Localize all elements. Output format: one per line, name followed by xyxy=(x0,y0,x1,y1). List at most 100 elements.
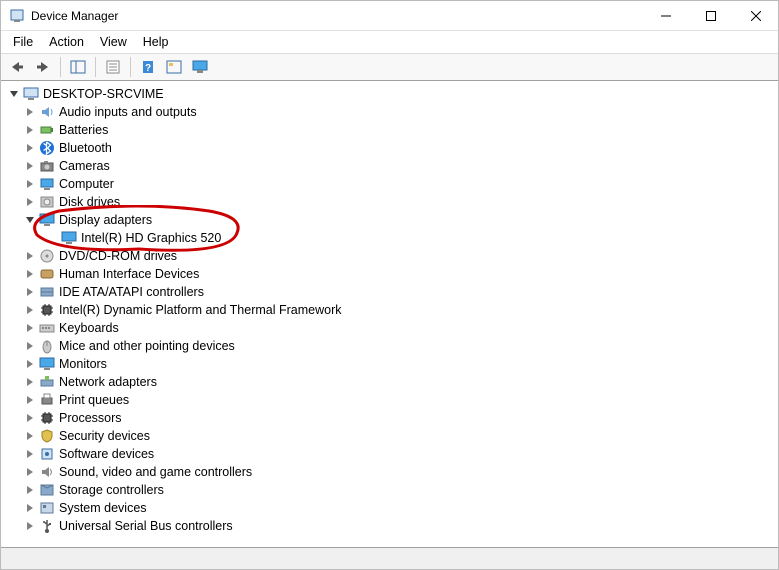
tree-node-batteries[interactable]: Batteries xyxy=(5,121,778,139)
tree-node-bluetooth[interactable]: Bluetooth xyxy=(5,139,778,157)
menu-help[interactable]: Help xyxy=(135,33,177,51)
tree-node-storage-controllers[interactable]: Storage controllers xyxy=(5,481,778,499)
tree-node-human-interface-devices[interactable]: Human Interface Devices xyxy=(5,265,778,283)
expand-caret-icon[interactable] xyxy=(23,265,37,283)
tree-node-label: Monitors xyxy=(59,355,115,373)
tree-node-label: Mice and other pointing devices xyxy=(59,337,243,355)
maximize-button[interactable] xyxy=(688,1,733,31)
toolbar-separator xyxy=(130,57,131,77)
expand-caret-icon[interactable] xyxy=(23,121,37,139)
tree-node-monitors[interactable]: Monitors xyxy=(5,355,778,373)
tree-node-label: Sound, video and game controllers xyxy=(59,463,260,481)
expand-caret-icon[interactable] xyxy=(23,391,37,409)
monitor-icon[interactable] xyxy=(188,56,212,78)
computer-icon xyxy=(39,176,55,192)
menu-file[interactable]: File xyxy=(5,33,41,51)
tree-node-processors[interactable]: Processors xyxy=(5,409,778,427)
tree-node-label: Keyboards xyxy=(59,319,127,337)
security-icon xyxy=(39,428,55,444)
expand-caret-icon[interactable] xyxy=(23,445,37,463)
ide-icon xyxy=(39,284,55,300)
network-icon xyxy=(39,374,55,390)
scan-hardware-button[interactable] xyxy=(162,56,186,78)
device-manager-window: Device Manager File Action View Help ? xyxy=(0,0,779,570)
tree-node-print-queues[interactable]: Print queues xyxy=(5,391,778,409)
tree-node-display-adapters[interactable]: Display adapters xyxy=(5,211,778,229)
expand-caret-icon[interactable] xyxy=(23,175,37,193)
tree-node-network-adapters[interactable]: Network adapters xyxy=(5,373,778,391)
sound-icon xyxy=(39,464,55,480)
properties-button[interactable] xyxy=(101,56,125,78)
tree-node-ide-ata-atapi-controllers[interactable]: IDE ATA/ATAPI controllers xyxy=(5,283,778,301)
back-button[interactable] xyxy=(5,56,29,78)
tree-node-label: Security devices xyxy=(59,427,158,445)
audio-icon xyxy=(39,104,55,120)
tree-node-label: Intel(R) HD Graphics 520 xyxy=(81,229,229,247)
computer-root-icon xyxy=(23,86,39,102)
keyboard-icon xyxy=(39,320,55,336)
camera-icon xyxy=(39,158,55,174)
expand-caret-icon[interactable] xyxy=(23,103,37,121)
expand-caret-icon[interactable] xyxy=(23,157,37,175)
show-hide-tree-button[interactable] xyxy=(66,56,90,78)
printer-icon xyxy=(39,392,55,408)
tree-node-label: Processors xyxy=(59,409,130,427)
expand-caret-icon[interactable] xyxy=(23,355,37,373)
cdrom-icon xyxy=(39,248,55,264)
tree-node-intel-r-dynamic-platform-and-thermal-framework[interactable]: Intel(R) Dynamic Platform and Thermal Fr… xyxy=(5,301,778,319)
expand-caret-icon[interactable] xyxy=(23,463,37,481)
menu-action[interactable]: Action xyxy=(41,33,92,51)
tree-node-software-devices[interactable]: Software devices xyxy=(5,445,778,463)
collapse-caret-icon[interactable] xyxy=(7,85,21,103)
expand-caret-icon[interactable] xyxy=(23,283,37,301)
tree-node-system-devices[interactable]: System devices xyxy=(5,499,778,517)
expand-caret-icon[interactable] xyxy=(23,409,37,427)
expand-caret-icon[interactable] xyxy=(23,337,37,355)
expand-caret-icon[interactable] xyxy=(23,373,37,391)
toolbar-separator xyxy=(95,57,96,77)
tree-node-universal-serial-bus-controllers[interactable]: Universal Serial Bus controllers xyxy=(5,517,778,535)
tree-node-label: Cameras xyxy=(59,157,118,175)
tree-node-mice-and-other-pointing-devices[interactable]: Mice and other pointing devices xyxy=(5,337,778,355)
tree-node-dvd-cd-rom-drives[interactable]: DVD/CD-ROM drives xyxy=(5,247,778,265)
menu-view[interactable]: View xyxy=(92,33,135,51)
help-button[interactable]: ? xyxy=(136,56,160,78)
expand-caret-icon[interactable] xyxy=(23,139,37,157)
collapse-caret-icon[interactable] xyxy=(23,211,37,229)
display-icon xyxy=(61,230,77,246)
chip-icon xyxy=(39,302,55,318)
tree-node-label: Batteries xyxy=(59,121,116,139)
tree-node-cameras[interactable]: Cameras xyxy=(5,157,778,175)
tree-node-label: Universal Serial Bus controllers xyxy=(59,517,241,535)
expand-caret-icon[interactable] xyxy=(23,517,37,535)
tree-node-label: Software devices xyxy=(59,445,162,463)
tree-node-desktop-srcvime[interactable]: DESKTOP-SRCVIME xyxy=(5,85,778,103)
close-button[interactable] xyxy=(733,1,778,31)
toolbar: ? xyxy=(1,53,778,81)
battery-icon xyxy=(39,122,55,138)
expand-caret-icon[interactable] xyxy=(23,193,37,211)
forward-button[interactable] xyxy=(31,56,55,78)
expand-caret-icon[interactable] xyxy=(23,481,37,499)
expand-caret-icon[interactable] xyxy=(23,247,37,265)
tree-node-keyboards[interactable]: Keyboards xyxy=(5,319,778,337)
tree-node-computer[interactable]: Computer xyxy=(5,175,778,193)
tree-node-security-devices[interactable]: Security devices xyxy=(5,427,778,445)
tree-node-label: System devices xyxy=(59,499,155,517)
tree-node-label: Bluetooth xyxy=(59,139,120,157)
tree-node-intel-r-hd-graphics-520[interactable]: Intel(R) HD Graphics 520 xyxy=(5,229,778,247)
toolbar-separator xyxy=(60,57,61,77)
expand-caret-icon[interactable] xyxy=(23,319,37,337)
tree-node-disk-drives[interactable]: Disk drives xyxy=(5,193,778,211)
expand-caret-icon[interactable] xyxy=(23,301,37,319)
tree-node-label: Disk drives xyxy=(59,193,128,211)
expand-caret-icon[interactable] xyxy=(23,499,37,517)
device-tree[interactable]: DESKTOP-SRCVIME Audio inputs and outputs… xyxy=(1,81,778,547)
tree-node-sound-video-and-game-controllers[interactable]: Sound, video and game controllers xyxy=(5,463,778,481)
tree-node-label: Print queues xyxy=(59,391,137,409)
minimize-button[interactable] xyxy=(643,1,688,31)
expand-caret-icon[interactable] xyxy=(23,427,37,445)
mouse-icon xyxy=(39,338,55,354)
tree-node-audio-inputs-and-outputs[interactable]: Audio inputs and outputs xyxy=(5,103,778,121)
monitor-icon xyxy=(39,356,55,372)
